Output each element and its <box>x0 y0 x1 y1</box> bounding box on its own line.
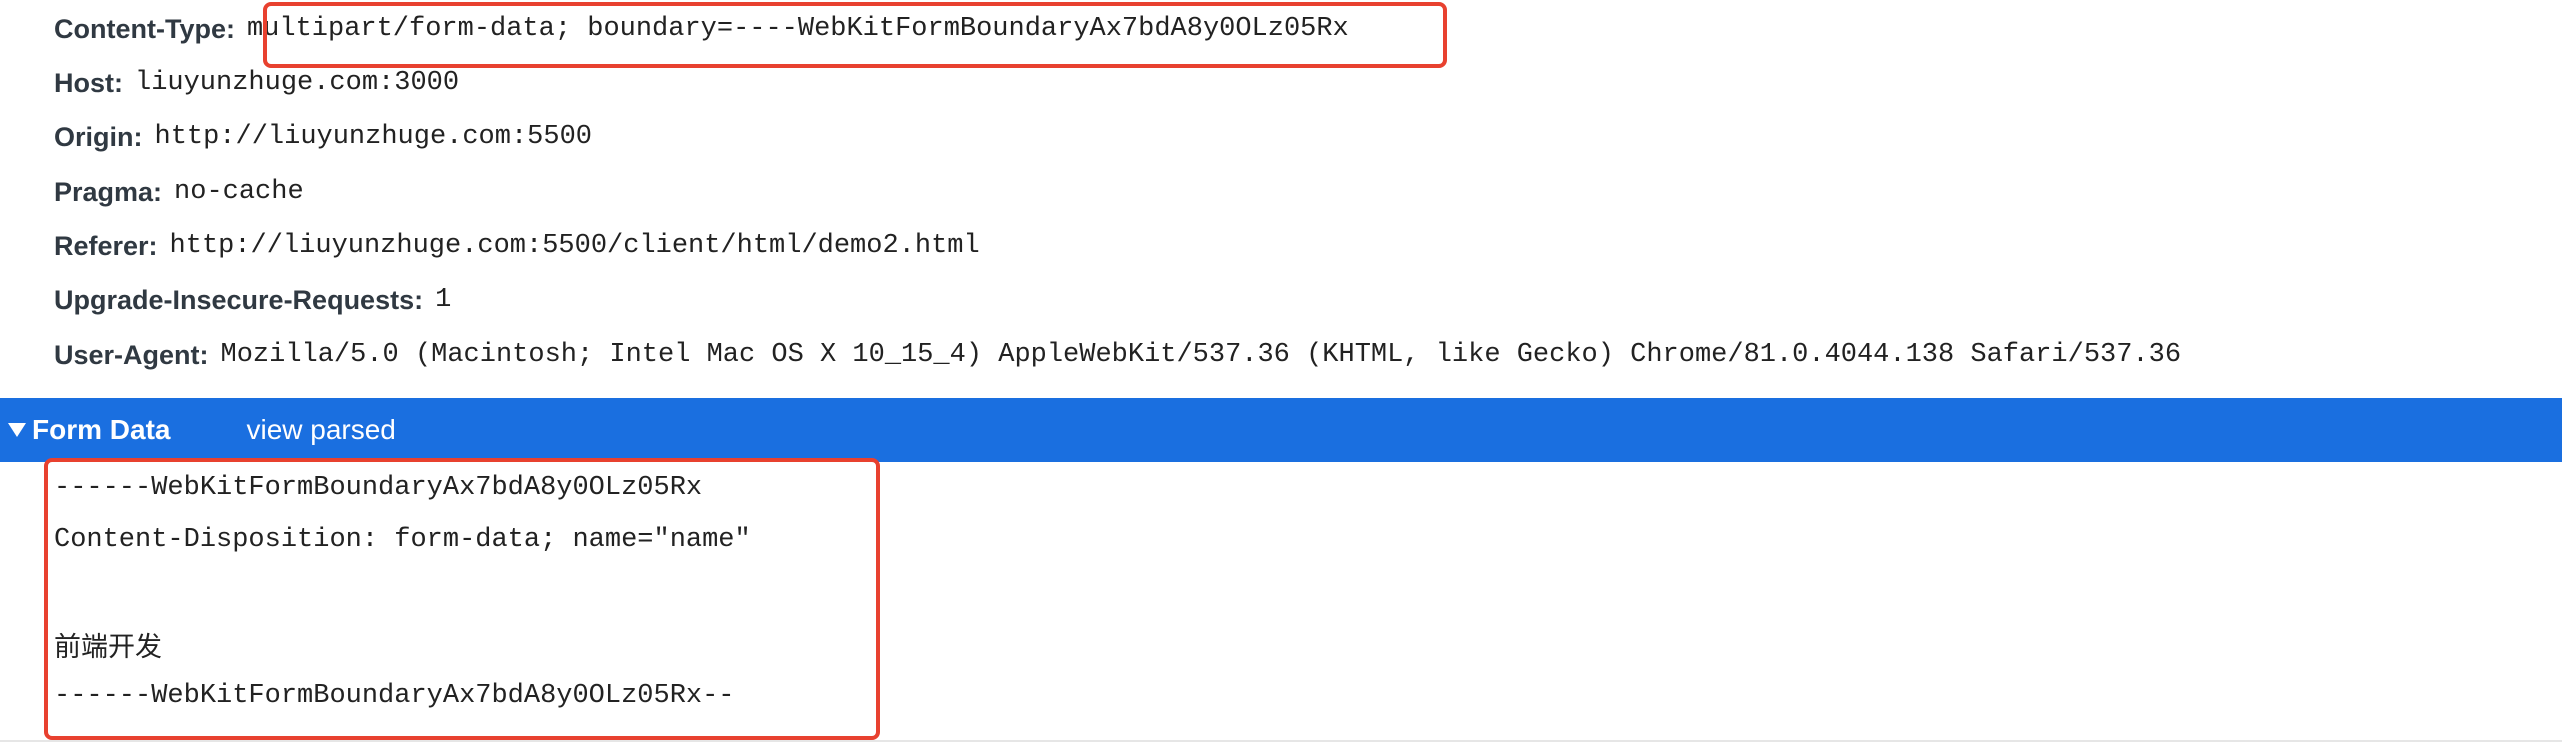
header-name: Pragma: <box>54 176 163 207</box>
header-row-referer: Referer: http://liuyunzhuge.com:5500/cli… <box>54 219 980 273</box>
header-value: no-cache <box>174 177 304 207</box>
header-row-origin: Origin: http://liuyunzhuge.com:5500 <box>54 110 592 164</box>
header-name: Upgrade-Insecure-Requests: <box>54 284 424 315</box>
content-type-highlight-box <box>263 2 1447 68</box>
header-value: Mozilla/5.0 (Macintosh; Intel Mac OS X 1… <box>220 340 2182 370</box>
header-value: http://liuyunzhuge.com:5500/client/html/… <box>169 231 980 261</box>
header-row-user-agent: User-Agent: Mozilla/5.0 (Macintosh; Inte… <box>54 328 2181 382</box>
header-name: Host: <box>54 67 123 98</box>
divider <box>0 740 2562 742</box>
form-data-highlight-box <box>44 458 880 740</box>
view-parsed-link[interactable]: view parsed <box>246 414 395 446</box>
header-value: liuyunzhuge.com:3000 <box>135 68 460 98</box>
form-data-section-header[interactable]: Form Data view parsed <box>0 398 2562 462</box>
section-title: Form Data <box>32 414 171 445</box>
header-name: Content-Type: <box>54 13 235 44</box>
header-name: Origin: <box>54 121 143 152</box>
header-row-pragma: Pragma: no-cache <box>54 165 304 219</box>
header-name: User-Agent: <box>54 339 209 370</box>
header-name: Referer: <box>54 230 158 261</box>
header-row-upgrade-insecure-requests: Upgrade-Insecure-Requests: 1 <box>54 273 451 327</box>
header-value: http://liuyunzhuge.com:5500 <box>154 122 592 152</box>
expand-triangle-icon[interactable] <box>8 423 26 437</box>
header-value: 1 <box>435 285 452 315</box>
